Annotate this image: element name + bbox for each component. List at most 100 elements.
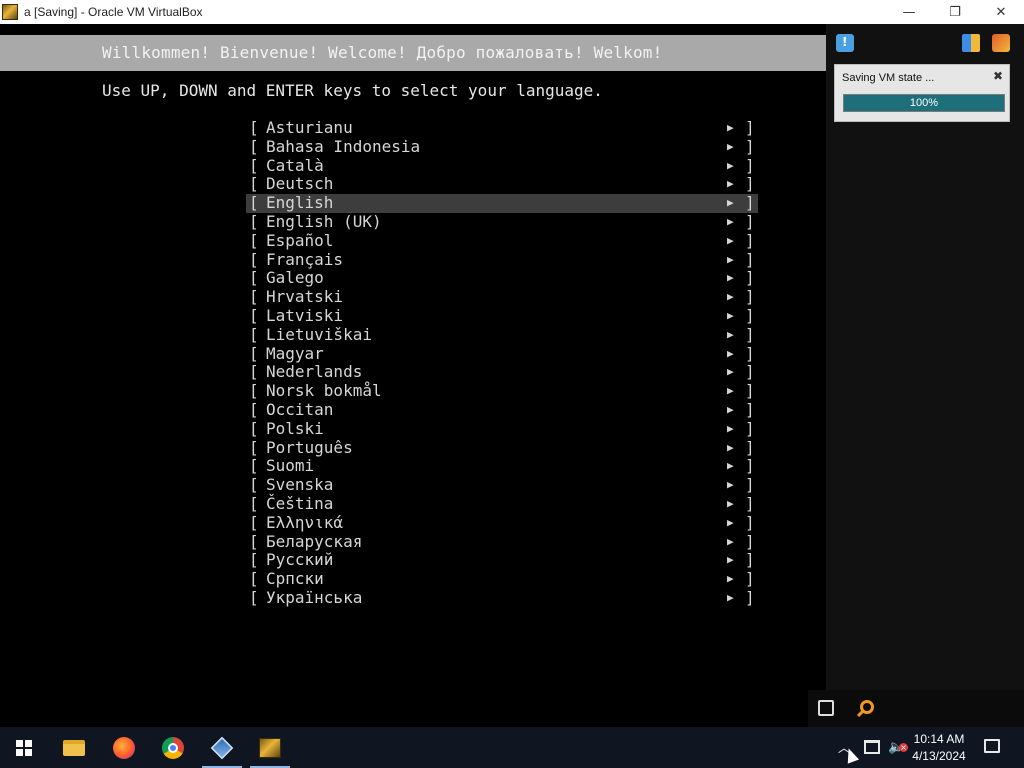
left-bracket: [ xyxy=(249,136,259,156)
network-icon[interactable] xyxy=(864,740,880,754)
left-bracket: [ xyxy=(249,399,259,419)
left-bracket: [ xyxy=(249,362,259,382)
language-list: [Asturianu ▶] [Bahasa Indonesia ▶] [Català ▶]… xyxy=(246,118,758,608)
submenu-arrow-icon: ▶ xyxy=(727,402,734,416)
submenu-arrow-icon: ▶ xyxy=(727,421,734,435)
action-center-icon[interactable] xyxy=(984,739,1000,753)
language-name: Deutsch xyxy=(266,174,334,194)
language-option[interactable]: [Nederlands ▶] xyxy=(246,363,758,382)
vm-side-panel: Saving VM state ... ✖ 100% xyxy=(826,24,1024,727)
language-option[interactable]: [Čeština ▶] xyxy=(246,494,758,514)
taskbar-clock[interactable]: 10:14 AM 4/13/2024 xyxy=(906,731,972,765)
notification-center-icon[interactable] xyxy=(836,34,854,52)
chrome-taskbar-button[interactable] xyxy=(149,727,197,768)
language-option[interactable]: [Беларуская ▶] xyxy=(246,531,758,552)
language-option[interactable]: [Deutsch ▶] xyxy=(246,175,758,194)
right-bracket: ] xyxy=(745,569,755,589)
language-option[interactable]: [Occitan ▶] xyxy=(246,399,758,420)
right-bracket: ] xyxy=(745,587,755,607)
left-bracket: [ xyxy=(249,531,259,551)
firefox-taskbar-button[interactable] xyxy=(100,727,148,768)
virtualbox-settings-icon[interactable] xyxy=(992,34,1010,52)
submenu-arrow-icon: ▶ xyxy=(727,572,734,586)
vm-window-icon xyxy=(259,737,281,758)
left-bracket: [ xyxy=(249,193,259,213)
language-name: Українська xyxy=(266,587,363,607)
windows-logo-icon xyxy=(16,739,32,756)
language-option[interactable]: [Polski ▶] xyxy=(246,418,758,439)
language-option[interactable]: [Svenska ▶] xyxy=(246,475,758,495)
sort-icon[interactable] xyxy=(962,34,980,52)
minimize-button[interactable]: — xyxy=(886,0,932,24)
language-name: English xyxy=(266,193,334,213)
left-bracket: [ xyxy=(249,437,259,457)
popup-close-icon[interactable]: ✖ xyxy=(993,69,1003,83)
shield-icon[interactable] xyxy=(818,700,834,716)
language-option[interactable]: [Ελληνικά ▶] xyxy=(246,512,758,533)
left-bracket: [ xyxy=(249,456,259,476)
left-bracket: [ xyxy=(249,268,259,288)
chrome-icon xyxy=(162,736,184,759)
right-bracket: ] xyxy=(745,174,755,194)
restore-button[interactable]: ❐ xyxy=(932,0,978,24)
language-name: Ελληνικά xyxy=(266,512,344,532)
window-titlebar[interactable]: a [Saving] - Oracle VM VirtualBox — ❐ ✕ xyxy=(0,0,1024,24)
submenu-arrow-icon: ▶ xyxy=(727,346,734,360)
submenu-arrow-icon: ▶ xyxy=(727,365,734,379)
left-bracket: [ xyxy=(249,324,259,344)
right-bracket: ] xyxy=(745,550,755,570)
language-option[interactable]: [Lietuviškai ▶] xyxy=(246,324,758,345)
submenu-arrow-icon: ▶ xyxy=(727,534,734,548)
vm-window-taskbar-button[interactable] xyxy=(246,727,294,768)
language-name: Lietuviškai xyxy=(266,324,372,344)
language-option[interactable]: [Українська ▶] xyxy=(246,587,758,608)
vm-instruction-text: Use UP, DOWN and ENTER keys to select yo… xyxy=(102,81,603,100)
language-option[interactable]: [English (UK) ▶] xyxy=(246,212,758,232)
submenu-arrow-icon: ▶ xyxy=(727,271,734,285)
start-button[interactable] xyxy=(0,727,48,768)
language-option[interactable]: [Español ▶] xyxy=(246,230,758,251)
language-option[interactable]: [Magyar ▶] xyxy=(246,344,758,364)
file-explorer-taskbar-button[interactable] xyxy=(50,727,98,768)
search-icon[interactable] xyxy=(860,700,874,714)
vm-welcome-header: Willkommen! Bienvenue! Welcome! Добро по… xyxy=(102,43,663,62)
window-title: a [Saving] - Oracle VM VirtualBox xyxy=(24,5,203,19)
submenu-arrow-icon: ▶ xyxy=(727,478,734,492)
language-option[interactable]: [Português ▶] xyxy=(246,437,758,458)
language-option[interactable]: [Français ▶] xyxy=(246,250,758,270)
right-bracket: ] xyxy=(745,437,755,457)
submenu-arrow-icon: ▶ xyxy=(727,459,734,473)
submenu-arrow-icon: ▶ xyxy=(727,384,734,398)
language-name: Polski xyxy=(266,418,324,438)
right-bracket: ] xyxy=(745,531,755,551)
close-button[interactable]: ✕ xyxy=(978,0,1024,24)
language-name: Asturianu xyxy=(266,118,353,137)
submenu-arrow-icon: ▶ xyxy=(727,233,734,247)
language-option[interactable]: [Latviski ▶] xyxy=(246,306,758,326)
language-option[interactable]: [Asturianu ▶] xyxy=(246,118,758,138)
language-option[interactable]: [Galego ▶] xyxy=(246,269,758,288)
windows-taskbar: ︿ 🔈 10:14 AM 4/13/2024 xyxy=(0,727,1024,768)
popup-title: Saving VM state ... xyxy=(842,72,935,84)
submenu-arrow-icon: ▶ xyxy=(727,308,734,322)
virtualbox-taskbar-button[interactable] xyxy=(198,727,246,768)
language-option[interactable]: [Norsk bokmål ▶] xyxy=(246,381,758,401)
save-progress-bar: 100% xyxy=(843,94,1005,112)
language-option[interactable]: [English ▶] xyxy=(246,193,758,213)
language-option[interactable]: [Bahasa Indonesia ▶] xyxy=(246,136,758,157)
clock-date: 4/13/2024 xyxy=(912,749,966,763)
language-option[interactable]: [Català ▶] xyxy=(246,155,758,176)
language-name: Español xyxy=(266,230,334,250)
right-bracket: ] xyxy=(745,418,755,438)
language-option[interactable]: [Српски ▶] xyxy=(246,569,758,589)
volume-muted-icon[interactable]: 🔈 xyxy=(888,740,908,755)
vm-status-bar xyxy=(808,690,1024,727)
submenu-arrow-icon: ▶ xyxy=(727,496,734,510)
left-bracket: [ xyxy=(249,381,259,401)
language-option[interactable]: [Русский ▶] xyxy=(246,551,758,570)
left-bracket: [ xyxy=(249,155,259,175)
language-option[interactable]: [Hrvatski ▶] xyxy=(246,287,758,307)
folder-icon xyxy=(63,739,85,756)
vm-display[interactable]: Willkommen! Bienvenue! Welcome! Добро по… xyxy=(0,24,826,727)
language-option[interactable]: [Suomi ▶] xyxy=(246,457,758,476)
